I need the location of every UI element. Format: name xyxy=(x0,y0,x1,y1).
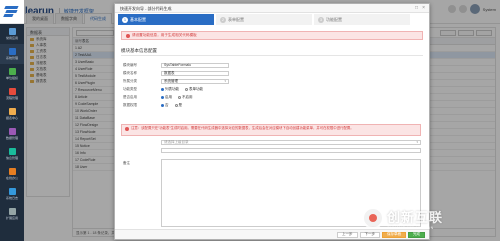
extra-input[interactable] xyxy=(161,147,421,153)
radio-label: 表单功能 xyxy=(189,86,203,91)
step-label: 基本配置 xyxy=(130,16,146,22)
menu-icon xyxy=(8,48,16,55)
field-label: 模块名称 xyxy=(123,70,137,75)
menu-icon xyxy=(8,88,16,95)
radio-option[interactable]: 是 xyxy=(174,102,183,108)
radio-option[interactable]: 不启用 xyxy=(178,95,193,100)
sidebar-item-label: 系统日志 xyxy=(5,196,18,200)
section-title: 模块基本信息配置 xyxy=(121,48,423,56)
step-number: 3 xyxy=(318,16,324,23)
form-row: 是否启用 启用 不启用 xyxy=(121,94,421,100)
form-row: 模块编号 SysTableFormalu xyxy=(121,62,421,68)
logo-mark-icon xyxy=(3,5,23,17)
radio-label: 启用 xyxy=(165,94,172,99)
field-label: 是否启用 xyxy=(123,94,137,99)
field-label: 所属分类 xyxy=(123,78,137,83)
radio-label: 列表功能 xyxy=(165,86,179,91)
text-field[interactable]: 数据表 xyxy=(161,70,229,76)
warning-icon xyxy=(126,33,130,38)
field-label: 模块编号 xyxy=(123,62,137,67)
sidebar-item-label: 报表中心 xyxy=(5,116,18,120)
parent-select-row: 请选择上级目录 xyxy=(121,139,421,145)
sidebar-item[interactable]: 信息管理 xyxy=(0,144,24,164)
sidebar-item-label: 系统管理 xyxy=(5,56,18,60)
menu-icon xyxy=(8,28,16,35)
sidebar-item-label: 流程管理 xyxy=(5,96,18,100)
radio-icon xyxy=(161,87,164,91)
menu-icon xyxy=(8,208,16,215)
menu-icon xyxy=(8,68,16,75)
menu-icon xyxy=(8,108,16,115)
parent-select[interactable]: 请选择上级目录 xyxy=(161,139,421,145)
wizard-step[interactable]: 2 表单配置 xyxy=(216,14,312,25)
warning-icon xyxy=(125,127,129,131)
menu-icon xyxy=(8,128,16,135)
remark-label: 备注 xyxy=(123,160,130,165)
dialog-title-bar: 快速开发向导 - 部分代码生成 □ × xyxy=(115,4,429,13)
maximize-icon[interactable]: □ xyxy=(415,5,418,11)
field-label: 功能类型 xyxy=(123,86,137,91)
form-row: 模块名称 数据表 xyxy=(121,70,421,76)
sidebar-item[interactable]: 常用应用 xyxy=(0,24,24,44)
radio-label: 否 xyxy=(165,102,169,107)
info-notice: 请设置功能信息，用于生成相关代码模板 xyxy=(121,31,423,40)
watermark-en: CHUANG XIN HU LIAN xyxy=(387,225,434,230)
notice-text: 请设置功能信息，用于生成相关代码模板 xyxy=(132,33,197,37)
step-number: 2 xyxy=(220,16,226,23)
sidebar-item[interactable]: 系统管理 xyxy=(0,44,24,64)
sidebar-item[interactable]: 数据管理 xyxy=(0,124,24,144)
sidebar-item-label: 信息管理 xyxy=(5,156,18,160)
radio-option[interactable]: 启用 xyxy=(161,95,172,100)
radio-icon xyxy=(161,103,164,107)
config-warning: 注意：该配置只在“功能表”生成时启用。需要在代码生成器中选择对应的数据表，生成后… xyxy=(121,124,421,136)
form-row: 功能类型 列表功能 表单功能 xyxy=(121,86,421,92)
radio-label: 是 xyxy=(178,102,183,107)
parent-extra-row xyxy=(121,147,421,153)
sidebar-item[interactable]: 系统日志 xyxy=(0,184,24,204)
sidebar-item-label: 在线办公 xyxy=(5,176,18,180)
sidebar-item[interactable]: 扩展应用 xyxy=(0,204,24,224)
sidebar-item[interactable]: 单位组织 xyxy=(0,64,24,84)
sidebar-item[interactable]: 流程管理 xyxy=(0,84,24,104)
menu-icon xyxy=(8,148,16,155)
category-select[interactable]: 系统管理 xyxy=(161,78,229,84)
form-row: 数据权限 否 是 xyxy=(121,102,421,108)
radio-option[interactable]: 列表功能 xyxy=(161,87,179,92)
sidebar-item-label: 常用应用 xyxy=(5,36,18,40)
step-label: 功能配置 xyxy=(326,16,342,22)
menu-icon xyxy=(8,168,16,175)
radio-icon xyxy=(185,87,188,91)
radio-icon xyxy=(174,103,178,107)
wizard-step[interactable]: 3 功能配置 xyxy=(314,14,410,25)
step-label: 表单配置 xyxy=(228,16,244,22)
prev-button[interactable]: 上一步 xyxy=(337,231,358,238)
sidebar-item[interactable]: 报表中心 xyxy=(0,104,24,124)
sidebar-item[interactable]: 在线办公 xyxy=(0,164,24,184)
watermark-cn: 创新互联 xyxy=(387,209,444,225)
menu-icon xyxy=(8,188,16,195)
radio-icon xyxy=(161,95,164,99)
close-icon[interactable]: × xyxy=(422,5,425,11)
sidebar-item-label: 数据管理 xyxy=(5,136,18,140)
warning-text: 注意：该配置只在“功能表”生成时启用。需要在代码生成器中选择对应的数据表，生成后… xyxy=(131,126,354,130)
form-row: 所属分类 系统管理 xyxy=(121,78,421,84)
watermark: 创新互联 CHUANG XIN HU LIAN xyxy=(362,200,443,236)
wizard-steps: 1 基本配置 2 表单配置 3 功能配置 xyxy=(118,14,426,27)
field-label: 数据权限 xyxy=(123,102,137,107)
text-field[interactable]: SysTableFormalu xyxy=(161,62,229,68)
sidebar-item-label: 单位组织 xyxy=(5,76,18,80)
sidebar-item-label: 扩展应用 xyxy=(5,216,18,220)
dialog-title: 快速开发向导 - 部分代码生成 xyxy=(120,6,172,11)
radio-option[interactable]: 否 xyxy=(161,103,169,108)
step-number: 1 xyxy=(122,16,128,23)
radio-icon xyxy=(178,95,181,99)
sidebar: 常用应用系统管理单位组织流程管理报表中心数据管理信息管理在线办公系统日志扩展应用 xyxy=(0,24,24,241)
radio-label: 不启用 xyxy=(182,94,193,99)
watermark-logo-icon xyxy=(362,207,384,229)
radio-option[interactable]: 表单功能 xyxy=(185,87,203,92)
wizard-step[interactable]: 1 基本配置 xyxy=(118,14,214,25)
